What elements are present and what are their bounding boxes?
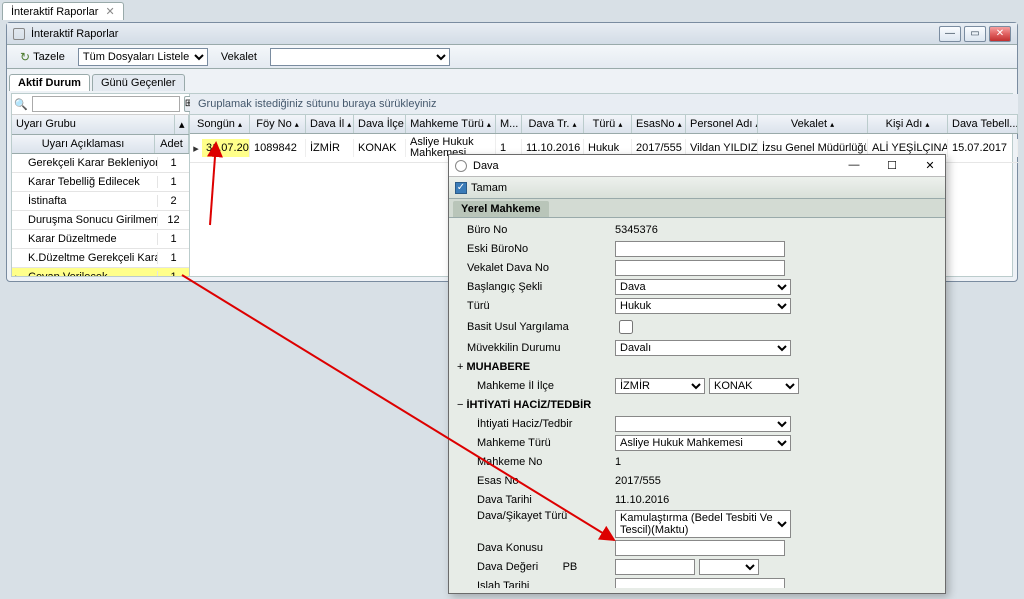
grid-col[interactable]: Föy No ▴	[250, 115, 306, 133]
grid-cell: İZMİR	[306, 139, 354, 157]
grid-col[interactable]: Dava Tr. ▴	[522, 115, 584, 133]
sidebar-item-count: 1	[157, 157, 189, 169]
grid-col[interactable]: Dava İlçe ▴	[354, 115, 406, 133]
turu-select[interactable]: Hukuk	[615, 298, 791, 314]
sidebar: 🔍 ⊞ ⊟ Uyarı Grubu ▴ Uyarı Açıklaması Ade…	[12, 94, 190, 276]
close-button[interactable]: ✕	[989, 26, 1011, 42]
baslangic-select[interactable]: Dava	[615, 279, 791, 295]
subtab-strip: Aktif Durum Günü Geçenler	[7, 69, 1017, 91]
chevron-up-icon: ▴	[175, 115, 189, 134]
tamam-label: Tamam	[471, 182, 507, 194]
sidebar-item-count: 1	[157, 233, 189, 245]
grid-col[interactable]: Personel Adı ▴	[686, 115, 758, 133]
grid-header[interactable]: Songün ▴Föy No ▴Dava İl ▴Dava İlçe ▴Mahk…	[190, 115, 1018, 134]
dialog-form: Büro No5345376 Eski BüroNo Vekalet Dava …	[449, 218, 945, 588]
sikayet-select[interactable]: Kamulaştırma (Bedel Tesbiti Ve Tescil)(M…	[615, 510, 791, 538]
dialog-title: Dava	[473, 160, 499, 172]
sidebar-item-count: 12	[157, 214, 189, 226]
refresh-button[interactable]: Tazele	[13, 48, 72, 66]
grid-col[interactable]: M... ▴	[496, 115, 522, 133]
mahkeme-turu-select[interactable]: Asliye Hukuk Mahkemesi	[615, 435, 791, 451]
dialog-maximize-button[interactable]: ☐	[883, 159, 901, 172]
dialog-icon	[455, 160, 467, 172]
grid-col[interactable]: Dava Tebell... ▴	[948, 115, 1018, 133]
file-filter-select[interactable]: Tüm Dosyaları Listele	[78, 48, 208, 66]
basit-usul-checkbox[interactable]	[619, 319, 633, 335]
grid-col[interactable]: Mahkeme Türü ▴	[406, 115, 496, 133]
dialog-close-button[interactable]: ✕	[921, 159, 939, 172]
mahkeme-il-select[interactable]: İZMİR	[615, 378, 705, 394]
grid-col[interactable]: Kişi Adı ▴	[868, 115, 948, 133]
group-hint: Gruplamak istediğiniz sütunu buraya sürü…	[190, 94, 1018, 115]
group-ihtiyati[interactable]: İHTİYATİ HACİZ/TEDBİR	[455, 399, 615, 411]
sidebar-item-count: 1	[157, 176, 189, 188]
sidebar-item-label: Gerekçeli Karar Bekleniyor	[24, 154, 157, 172]
sidebar-item[interactable]: İstinafta2	[12, 192, 189, 211]
titlebar: İnteraktif Raporlar — ▭ ✕	[7, 23, 1017, 45]
grid-cell: 1089842	[250, 139, 306, 157]
app-tab-label: İnteraktif Raporlar	[11, 6, 98, 18]
mahkeme-ilce-select[interactable]: KONAK	[709, 378, 799, 394]
muvekkil-select[interactable]: Davalı	[615, 340, 791, 356]
grid-col[interactable]: Dava İl ▴	[306, 115, 354, 133]
sidebar-header-1[interactable]: Uyarı Grubu ▴	[12, 115, 189, 135]
close-icon[interactable]: ✕	[106, 6, 115, 18]
dialog-titlebar: Dava — ☐ ✕	[449, 155, 945, 177]
sidebar-item-label: K.Düzeltme Gerekçeli Karar Bekleniyor	[24, 249, 157, 267]
refresh-icon	[20, 50, 30, 64]
search-icon: 🔍	[14, 98, 28, 111]
toolbar: Tazele Tüm Dosyaları Listele Vekalet	[7, 45, 1017, 69]
tab-aktif-durum[interactable]: Aktif Durum	[9, 74, 90, 91]
search-input[interactable]	[32, 96, 180, 112]
sidebar-item-count: 1	[157, 252, 189, 264]
vekalet-dava-input[interactable]	[615, 260, 785, 276]
ihtiyati-select[interactable]	[615, 416, 791, 432]
vekalet-select[interactable]	[270, 48, 450, 66]
dava-dialog: Dava — ☐ ✕ ✓ Tamam Yerel Mahkeme Büro No…	[448, 154, 946, 594]
window-title: İnteraktif Raporlar	[31, 28, 118, 40]
tab-yerel-mahkeme[interactable]: Yerel Mahkeme	[453, 201, 549, 217]
sidebar-item-label: Duruşma Sonucu Girilmemiş	[24, 211, 157, 229]
sidebar-item-label: Cevap Verilecek	[24, 268, 157, 276]
grid-col[interactable]: Songün ▴	[190, 115, 250, 133]
sidebar-item[interactable]: Duruşma Sonucu Girilmemiş12	[12, 211, 189, 230]
check-icon[interactable]: ✓	[455, 182, 467, 194]
sidebar-item-count: 1	[157, 271, 189, 276]
grid-col[interactable]: EsasNo ▴	[632, 115, 686, 133]
pb-select[interactable]	[699, 559, 759, 575]
sidebar-item[interactable]: Gerekçeli Karar Bekleniyor1	[12, 154, 189, 173]
islah-input[interactable]	[615, 578, 785, 588]
sidebar-item[interactable]: Karar Düzeltmede1	[12, 230, 189, 249]
buro-no-value: 5345376	[615, 224, 939, 236]
dava-konusu-input[interactable]	[615, 540, 785, 556]
grid-cell: 31.07.2017	[202, 139, 250, 157]
vekalet-label: Vekalet	[214, 49, 264, 65]
grid-col[interactable]: Vekalet ▴	[758, 115, 868, 133]
grid-cell: 15.07.2017	[948, 139, 1018, 157]
sidebar-header-2[interactable]: Uyarı Açıklaması Adet	[12, 135, 189, 154]
sidebar-item-label: İstinafta	[24, 192, 157, 210]
app-icon	[13, 28, 25, 40]
minimize-button[interactable]: —	[939, 26, 961, 42]
sidebar-item-label: Karar Tebelliğ Edilecek	[24, 173, 157, 191]
sidebar-item[interactable]: K.Düzeltme Gerekçeli Karar Bekleniyor1	[12, 249, 189, 268]
maximize-button[interactable]: ▭	[964, 26, 986, 42]
group-muhabere[interactable]: MUHABERE	[455, 361, 615, 373]
dialog-minimize-button[interactable]: —	[845, 159, 863, 172]
app-tab[interactable]: İnteraktif Raporlar ✕	[2, 2, 124, 20]
grid-col[interactable]: Türü ▴	[584, 115, 632, 133]
sidebar-item[interactable]: Karar Tebelliğ Edilecek1	[12, 173, 189, 192]
eski-buro-input[interactable]	[615, 241, 785, 257]
tab-gunu-gecenler[interactable]: Günü Geçenler	[92, 74, 185, 91]
dava-degeri-input[interactable]	[615, 559, 695, 575]
sidebar-item[interactable]: ▸Cevap Verilecek1	[12, 268, 189, 276]
sidebar-item-label: Karar Düzeltmede	[24, 230, 157, 248]
grid-cell: KONAK	[354, 139, 406, 157]
sidebar-item-count: 2	[157, 195, 189, 207]
